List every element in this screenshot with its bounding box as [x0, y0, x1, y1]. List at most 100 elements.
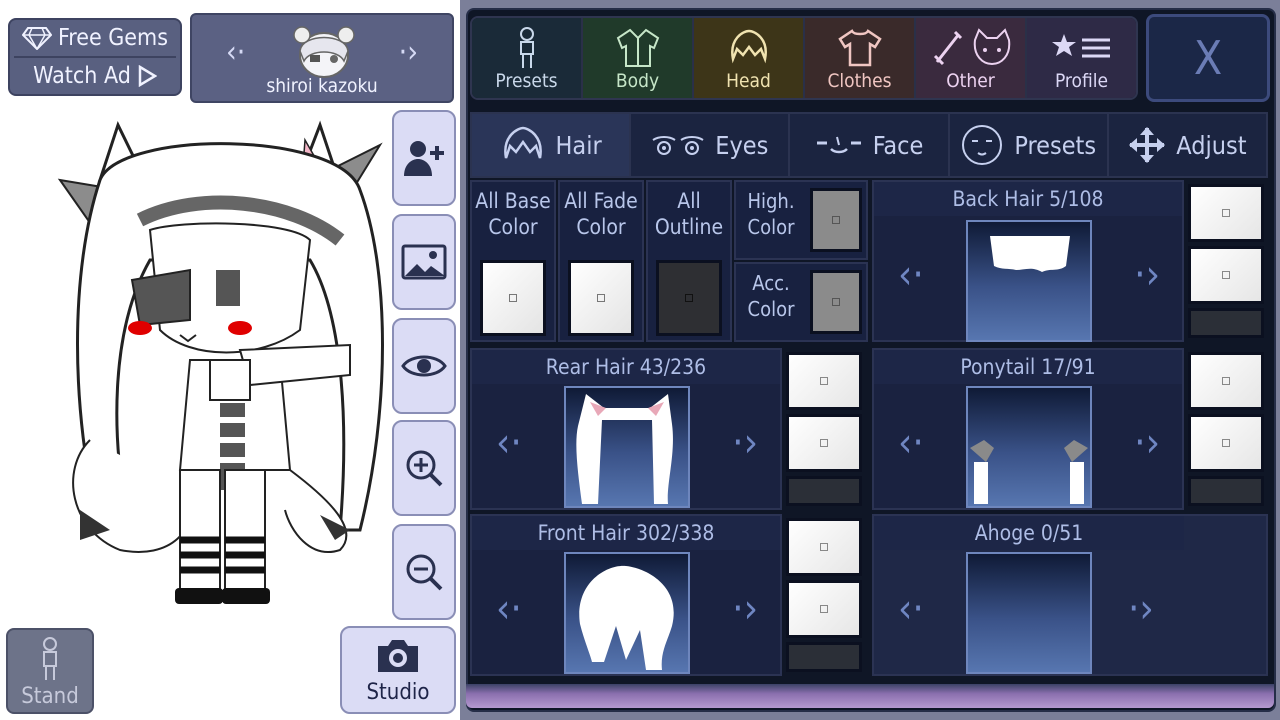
all-base-color[interactable]: All Base Color — [470, 180, 556, 342]
tab-clothes[interactable]: Clothes — [805, 18, 916, 98]
back-hair-title: Back Hair 5/108 — [874, 182, 1182, 216]
highlight-color[interactable]: High. Color — [734, 180, 868, 260]
stand-button[interactable]: Stand — [6, 628, 94, 714]
gem-icon — [22, 27, 52, 50]
next-character-arrow-icon[interactable]: ·› — [399, 35, 418, 70]
character-preview[interactable] — [40, 110, 420, 620]
character-name: shiroi kazoku — [266, 75, 378, 97]
front-hair-color-2[interactable] — [786, 580, 862, 638]
free-gems-label: Free Gems — [58, 25, 168, 51]
zoom-in-button[interactable] — [392, 420, 456, 516]
tab-other[interactable]: Other — [916, 18, 1027, 98]
hair-icon — [730, 29, 767, 64]
close-button[interactable]: X — [1146, 14, 1270, 102]
background-button[interactable] — [392, 214, 456, 310]
visibility-button[interactable] — [392, 318, 456, 414]
subtab-hair[interactable]: Hair — [472, 114, 632, 176]
ahoge-next-icon[interactable]: ·› — [1128, 586, 1154, 632]
tab-body-label: Body — [615, 70, 660, 92]
jacket-icon — [616, 28, 659, 67]
subtab-presets[interactable]: Presets — [950, 114, 1109, 176]
zoom-out-button[interactable] — [392, 524, 456, 620]
move-arrows-icon — [1129, 127, 1166, 163]
subtab-face[interactable]: Face — [790, 114, 950, 176]
character-head-icon — [293, 26, 355, 78]
category-tabs: Presets Body Head Clothes Other Profile — [470, 16, 1138, 100]
eyes-icon — [652, 136, 704, 155]
add-person-icon — [404, 141, 444, 176]
tab-profile[interactable]: Profile — [1027, 18, 1136, 98]
sword-cat-icon — [933, 28, 1010, 66]
star-list-icon — [1051, 34, 1110, 58]
rear-hair-next-icon[interactable]: ·› — [732, 420, 758, 466]
ponytail-next-icon[interactable]: ·› — [1134, 420, 1160, 466]
subtab-adjust[interactable]: Adjust — [1109, 114, 1266, 176]
all-base-color-label: All Base Color — [475, 189, 551, 239]
ponytail-picker: Ponytail 17/91 ‹· ·› — [872, 348, 1184, 510]
back-hair-color-2[interactable] — [1188, 246, 1264, 304]
front-hair-next-icon[interactable]: ·› — [732, 586, 758, 632]
ponytail-color-1[interactable] — [1188, 352, 1264, 410]
rear-hair-color-1[interactable] — [786, 352, 862, 410]
highlight-color-swatch[interactable] — [810, 188, 862, 252]
all-outline-color[interactable]: All Outline — [646, 180, 732, 342]
studio-button[interactable]: Studio — [340, 626, 456, 714]
subtab-eyes[interactable]: Eyes — [631, 114, 791, 176]
back-hair-color-1[interactable] — [1188, 184, 1264, 242]
back-hair-preview[interactable] — [966, 220, 1092, 342]
all-fade-color[interactable]: All Fade Color — [558, 180, 644, 342]
head-subtabs: Hair Eyes Face Presets Adjust — [470, 112, 1268, 178]
figure-icon — [43, 637, 57, 680]
rear-hair-prev-icon[interactable]: ‹· — [496, 420, 522, 466]
front-hair-color-3[interactable] — [786, 642, 862, 672]
rear-hair-color-3[interactable] — [786, 476, 862, 506]
add-character-button[interactable] — [392, 110, 456, 206]
front-hair-title: Front Hair 302/338 — [472, 516, 780, 550]
front-hair-picker: Front Hair 302/338 ‹· ·› — [470, 514, 782, 676]
rear-hair-color-2[interactable] — [786, 414, 862, 472]
eye-icon — [401, 355, 447, 377]
high-color-label: High. Color — [747, 189, 795, 239]
tab-body[interactable]: Body — [583, 18, 694, 98]
tab-other-label: Other — [946, 70, 995, 92]
rear-hair-preview[interactable] — [564, 386, 690, 508]
subtab-eyes-label: Eyes — [715, 130, 769, 160]
ponytail-title: Ponytail 17/91 — [874, 350, 1182, 384]
all-base-color-swatch[interactable] — [480, 260, 546, 336]
face-icon — [816, 136, 861, 154]
front-hair-color-1[interactable] — [786, 518, 862, 576]
tab-presets-label: Presets — [495, 70, 558, 92]
tab-presets[interactable]: Presets — [472, 18, 583, 98]
all-fade-color-swatch[interactable] — [568, 260, 634, 336]
back-hair-next-icon[interactable]: ·› — [1134, 252, 1160, 298]
ponytail-color-3[interactable] — [1188, 476, 1264, 506]
studio-label: Studio — [366, 680, 430, 705]
accessory-color[interactable]: Acc. Color — [734, 262, 868, 342]
zoom-in-icon — [406, 450, 443, 487]
back-hair-prev-icon[interactable]: ‹· — [898, 252, 924, 298]
back-hair-picker: Back Hair 5/108 ‹· ·› — [872, 180, 1184, 342]
accessory-color-swatch[interactable] — [810, 270, 862, 334]
camera-icon — [378, 640, 418, 672]
tab-head[interactable]: Head — [694, 18, 805, 98]
subtab-presets-label: Presets — [1014, 130, 1097, 160]
shirt-icon — [837, 29, 882, 67]
ponytail-color-2[interactable] — [1188, 414, 1264, 472]
ponytail-prev-icon[interactable]: ‹· — [898, 420, 924, 466]
watch-ad-label: Watch Ad — [33, 63, 131, 89]
ahoge-preview[interactable] — [966, 552, 1092, 674]
ponytail-preview[interactable] — [966, 386, 1092, 508]
free-gems-watch-ad-button[interactable]: Free Gems Watch Ad — [8, 18, 182, 96]
ahoge-prev-icon[interactable]: ‹· — [898, 586, 924, 632]
front-hair-preview[interactable] — [564, 552, 690, 674]
previous-character-arrow-icon[interactable]: ‹· — [226, 35, 245, 70]
close-label: X — [1193, 31, 1223, 85]
figure-icon — [519, 27, 534, 68]
back-hair-color-3[interactable] — [1188, 308, 1264, 338]
front-hair-prev-icon[interactable]: ‹· — [496, 586, 522, 632]
all-outline-swatch[interactable] — [656, 260, 722, 336]
zoom-out-icon — [406, 554, 443, 591]
panel-bottom-bar — [466, 684, 1274, 708]
rear-hair-picker: Rear Hair 43/236 ‹· ·› — [470, 348, 782, 510]
head-icon — [962, 125, 1003, 165]
